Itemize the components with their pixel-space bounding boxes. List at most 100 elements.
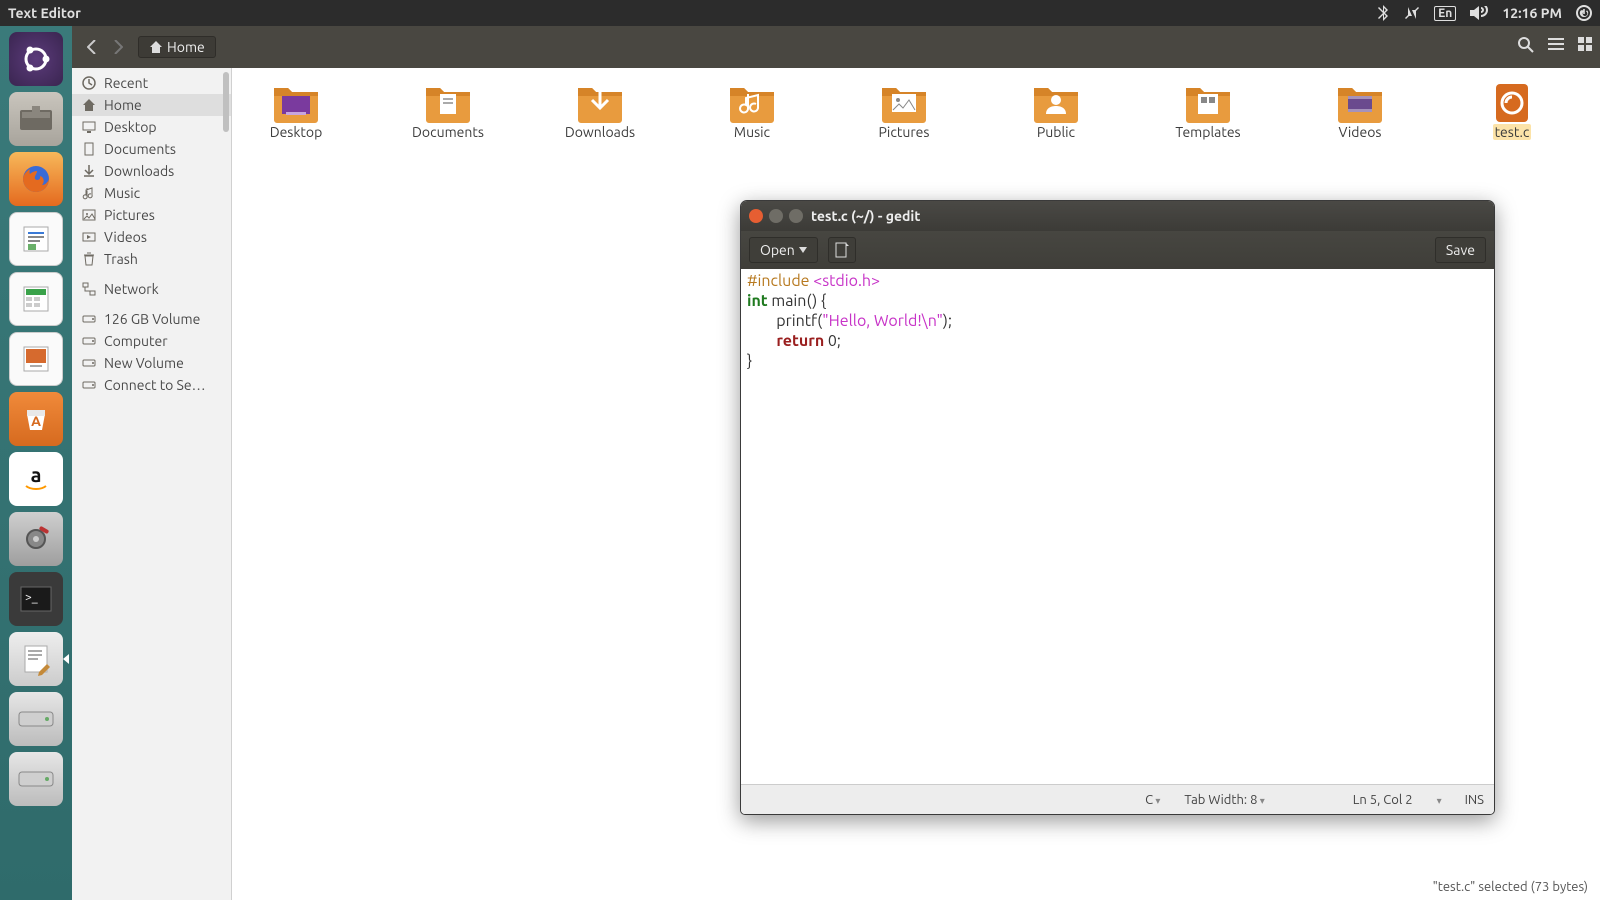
active-app-title: Text Editor [8,5,81,21]
clock[interactable]: 12:16 PM [1502,5,1562,21]
calc-icon[interactable] [9,272,63,326]
open-button[interactable]: Open [749,237,818,263]
file-manager-status: "test.c" selected (73 bytes) [1433,880,1588,894]
sidebar-item-label: Recent [104,75,148,91]
file-icon [728,82,776,124]
sidebar-item-label: Home [104,97,142,113]
file-item-downloads[interactable]: Downloads [560,82,640,140]
gedit-toolbar: Open Save [741,231,1494,269]
file-manager-toolbar: Home [72,26,1600,68]
sidebar-item-label: 126 GB Volume [104,311,200,327]
file-icon [1488,82,1536,124]
file-item-public[interactable]: Public [1016,82,1096,140]
file-label: Pictures [879,124,930,140]
chevron-down-icon [799,247,807,253]
file-label: test.c [1493,124,1532,140]
volume-icon[interactable] [1470,6,1488,20]
forward-button[interactable] [106,35,130,59]
tab-width-selector[interactable]: Tab Width: 8 [1184,793,1264,807]
file-label: Templates [1175,124,1240,140]
sidebar-item-downloads[interactable]: Downloads [72,160,231,182]
file-icon [576,82,624,124]
drive-icon-1[interactable] [9,692,63,746]
sidebar-item-trash[interactable]: Trash [72,248,231,270]
open-button-label: Open [760,242,795,258]
sidebar-item-new-volume[interactable]: New Volume [72,352,231,374]
sidebar-item-recent[interactable]: Recent [72,72,231,94]
cursor-dropdown[interactable] [1437,793,1441,807]
location-breadcrumb[interactable]: Home [138,36,216,58]
system-tray: En 12:16 PM [1376,5,1592,21]
sidebar-item-label: Documents [104,141,176,157]
sidebar-item-music[interactable]: Music [72,182,231,204]
file-label: Public [1037,124,1075,140]
file-icon [880,82,928,124]
network-icon[interactable] [1404,5,1420,21]
impress-icon[interactable] [9,332,63,386]
sidebar-item-desktop[interactable]: Desktop [72,116,231,138]
save-button[interactable]: Save [1435,237,1486,263]
dash-icon[interactable] [9,32,63,86]
file-item-pictures[interactable]: Pictures [864,82,944,140]
files-launcher-icon[interactable] [9,92,63,146]
places-sidebar: Recent Home Desktop Documents DownloadsMusic… [72,68,232,900]
save-button-label: Save [1446,242,1475,258]
file-icon [1336,82,1384,124]
terminal-icon[interactable]: >_ [9,572,63,626]
sidebar-item-pictures[interactable]: Pictures [72,204,231,226]
file-label: Videos [1339,124,1382,140]
sidebar-item-documents[interactable]: Documents [72,138,231,160]
sidebar-item-computer[interactable]: Computer [72,330,231,352]
file-item-documents[interactable]: Documents [408,82,488,140]
gedit-title: test.c (~/) - gedit [811,208,920,224]
file-item-videos[interactable]: Videos [1320,82,1400,140]
file-item-test-c[interactable]: test.c [1472,82,1552,140]
bluetooth-icon[interactable] [1376,5,1390,21]
back-button[interactable] [80,35,104,59]
amazon-icon[interactable]: a [9,452,63,506]
new-document-button[interactable] [828,237,856,263]
sidebar-item-label: Trash [104,251,138,267]
file-item-desktop[interactable]: Desktop [256,82,336,140]
file-label: Documents [412,124,484,140]
window-minimize-button[interactable] [769,209,783,223]
settings-icon[interactable] [9,512,63,566]
grid-view-icon[interactable] [1578,37,1592,57]
file-label: Desktop [270,124,323,140]
top-menubar: Text Editor En 12:16 PM [0,0,1600,26]
gedit-launcher-icon[interactable] [9,632,63,686]
sidebar-item-connect-to-se-[interactable]: Connect to Se… [72,374,231,396]
file-icon [424,82,472,124]
language-selector[interactable]: C [1145,793,1160,807]
home-icon [149,40,163,54]
firefox-icon[interactable] [9,152,63,206]
keyboard-layout-indicator[interactable]: En [1434,6,1456,21]
file-item-music[interactable]: Music [712,82,792,140]
search-icon[interactable] [1518,37,1534,57]
file-item-templates[interactable]: Templates [1168,82,1248,140]
file-icon [1184,82,1232,124]
list-view-icon[interactable] [1548,37,1564,57]
window-close-button[interactable] [749,209,763,223]
insert-mode: INS [1465,793,1484,807]
sidebar-item-126-gb-volume[interactable]: 126 GB Volume [72,308,231,330]
sidebar-scrollbar[interactable] [223,72,229,132]
sidebar-item-home[interactable]: Home [72,94,231,116]
sidebar-item-videos[interactable]: Videos [72,226,231,248]
file-icon [1032,82,1080,124]
gedit-window: test.c (~/) - gedit Open Save #include <… [740,200,1495,815]
file-label: Music [734,124,770,140]
breadcrumb-label: Home [167,39,205,55]
sidebar-item-label: Videos [104,229,147,245]
drive-icon-2[interactable] [9,752,63,806]
sidebar-item-network[interactable]: Network [72,278,231,300]
power-icon[interactable] [1576,5,1592,21]
software-center-icon[interactable]: A [9,392,63,446]
gedit-statusbar: C Tab Width: 8 Ln 5, Col 2 INS [741,784,1494,814]
code-editor[interactable]: #include <stdio.h> int main() { printf("… [741,269,1494,784]
gedit-titlebar[interactable]: test.c (~/) - gedit [741,201,1494,231]
writer-icon[interactable] [9,212,63,266]
window-maximize-button[interactable] [789,209,803,223]
svg-text:a: a [31,463,42,486]
sidebar-item-label: Desktop [104,119,157,135]
